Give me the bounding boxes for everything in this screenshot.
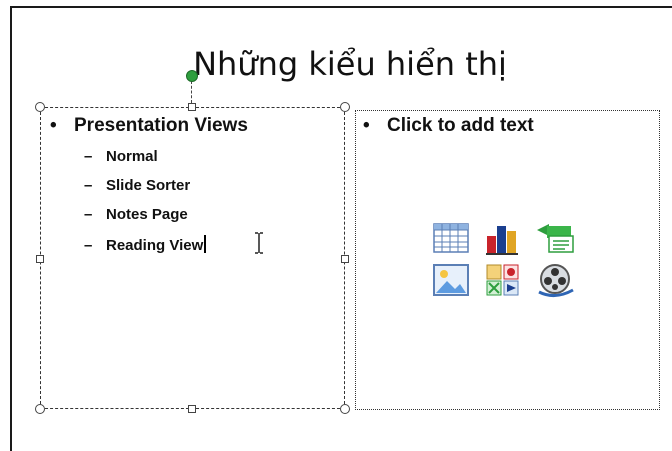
slide-canvas[interactable]: Những kiểu hiển thị • Presentation Views … [0, 0, 672, 451]
rotation-connector [191, 81, 192, 103]
rotation-handle[interactable] [186, 70, 198, 82]
sub-bullet-dash: – [84, 177, 93, 194]
resize-handle-top-left[interactable] [35, 102, 45, 112]
picture-icon[interactable] [431, 262, 471, 298]
table-icon[interactable] [431, 220, 471, 256]
smartart-icon[interactable] [535, 220, 575, 256]
sub-bullet-normal[interactable]: – Normal [84, 148, 158, 165]
sub-bullet-reading-view[interactable]: – Reading View [84, 235, 207, 254]
text-caret [204, 235, 207, 253]
ibeam-cursor-icon [255, 232, 263, 254]
resize-handle-top-right[interactable] [340, 102, 350, 112]
sub-bullet-dash: – [84, 237, 93, 254]
placeholder-text: Click to add text [387, 115, 534, 136]
sub-bullet-text: Normal [106, 148, 158, 165]
resize-handle-left[interactable] [36, 255, 44, 263]
sub-bullet-dash: – [84, 206, 93, 223]
bullet-presentation-views[interactable]: • Presentation Views [50, 115, 248, 137]
slide-border-top [10, 6, 672, 8]
sub-bullet-text: Notes Page [106, 206, 188, 223]
bullet-dot: • [50, 115, 57, 136]
bullet-dot: • [363, 115, 370, 136]
media-clip-icon[interactable] [535, 262, 575, 298]
bullet-text: Presentation Views [74, 115, 248, 136]
sub-bullet-dash: – [84, 148, 93, 165]
resize-handle-bottom[interactable] [188, 405, 196, 413]
chart-icon[interactable] [483, 220, 523, 256]
sub-bullet-notes-page[interactable]: – Notes Page [84, 206, 188, 223]
sub-bullet-text: Slide Sorter [106, 177, 191, 194]
click-to-add-text[interactable]: • Click to add text [363, 115, 534, 137]
resize-handle-bottom-right[interactable] [340, 404, 350, 414]
sub-bullet-text: Reading View [106, 237, 204, 254]
resize-handle-top[interactable] [188, 103, 196, 111]
sub-bullet-slide-sorter[interactable]: – Slide Sorter [84, 177, 190, 194]
insert-content-icons [431, 220, 581, 302]
clip-art-icon[interactable] [483, 262, 523, 298]
slide-border-left [10, 6, 12, 451]
resize-handle-right[interactable] [341, 255, 349, 263]
resize-handle-bottom-left[interactable] [35, 404, 45, 414]
